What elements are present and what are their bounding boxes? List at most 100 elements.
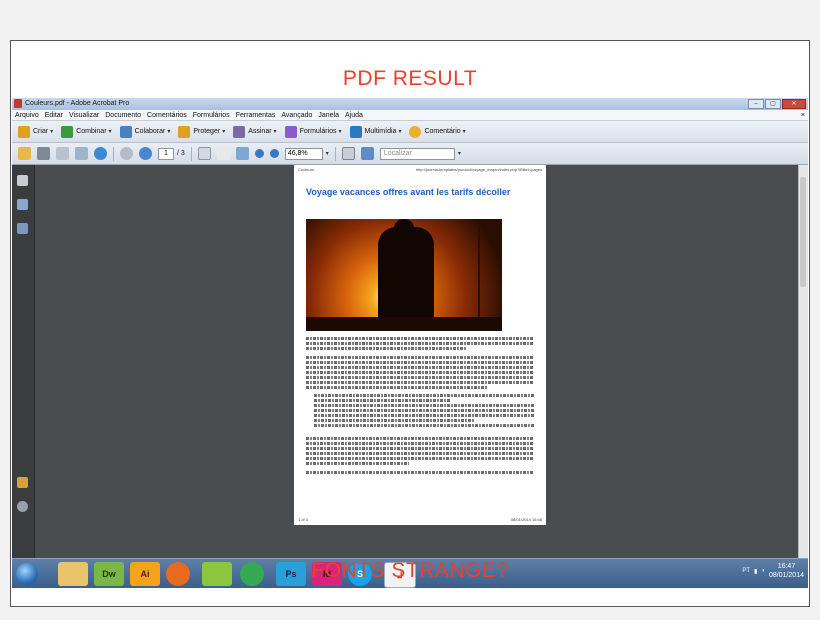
bullet-line xyxy=(314,399,451,402)
find-input[interactable]: Localizar xyxy=(379,147,455,160)
chevron-down-icon: ▾ xyxy=(273,129,277,135)
signatures-panel-icon[interactable] xyxy=(17,223,28,234)
menu-editar[interactable]: Editar xyxy=(45,112,63,119)
zoom-out-icon[interactable] xyxy=(254,149,264,158)
photo-pole xyxy=(478,221,480,321)
text-line xyxy=(306,442,534,445)
marquee-zoom-icon[interactable] xyxy=(235,147,249,160)
form-icon xyxy=(284,125,297,138)
paperclip-icon[interactable] xyxy=(17,501,28,512)
text-line xyxy=(306,376,534,379)
acrobat-screenshot: Couleurs.pdf - Adobe Acrobat Pro – ▢ ✕ A… xyxy=(12,98,808,588)
vertical-scrollbar[interactable] xyxy=(798,165,808,558)
print-icon[interactable] xyxy=(37,147,50,160)
maximize-button[interactable]: ▢ xyxy=(765,99,781,109)
bullet-line xyxy=(314,409,534,412)
save-icon[interactable] xyxy=(56,147,69,160)
bullet-line xyxy=(314,414,534,417)
menu-comentarios[interactable]: Comentários xyxy=(147,112,187,119)
email-icon[interactable] xyxy=(75,147,88,160)
page-header-title: Couleurs xyxy=(298,167,315,172)
bookmarks-panel-icon[interactable] xyxy=(17,199,28,210)
scrollbar-thumb[interactable] xyxy=(800,177,806,287)
comment-button[interactable]: Comentário ▾ xyxy=(409,125,466,138)
zoom-level-field[interactable]: 46,8% xyxy=(284,147,323,160)
garbled-body-text xyxy=(306,337,534,476)
page-header-url: http://joomla-templates/product/voyage_m… xyxy=(416,167,542,172)
chevron-down-icon: ▾ xyxy=(167,129,171,135)
text-line xyxy=(306,347,466,350)
chevron-down-icon[interactable]: ▾ xyxy=(458,150,461,157)
menu-ajuda[interactable]: Ajuda xyxy=(345,112,363,119)
acrobat-app-icon xyxy=(14,99,22,108)
page-footer-count: 1 of 3 xyxy=(298,517,309,522)
forms-button[interactable]: Formulários ▾ xyxy=(284,125,342,138)
pen-icon xyxy=(233,125,246,138)
comment-label: Comentário xyxy=(424,128,461,135)
menu-formularios[interactable]: Formulários xyxy=(193,112,230,119)
sign-button[interactable]: Assinar ▾ xyxy=(233,125,277,138)
pdf-page: Couleurs http://joomla-templates/product… xyxy=(294,165,546,525)
collaborate-button[interactable]: Colaborar ▾ xyxy=(119,125,171,138)
pages-panel-icon[interactable] xyxy=(17,175,28,186)
combine-button[interactable]: Combinar ▾ xyxy=(61,125,112,138)
protect-button[interactable]: Proteger ▾ xyxy=(178,125,225,138)
menu-bar: Arquivo Editar Visualizar Documento Come… xyxy=(12,110,808,121)
close-window-button[interactable]: ✕ xyxy=(782,99,806,109)
create-pdf-icon xyxy=(18,125,30,138)
full-screen-icon[interactable] xyxy=(360,147,374,160)
open-folder-icon[interactable] xyxy=(18,147,31,160)
attachments-panel-icon[interactable] xyxy=(17,477,28,488)
bullet-line xyxy=(314,419,474,422)
close-document-button[interactable]: × xyxy=(801,110,805,121)
window-titlebar: Couleurs.pdf - Adobe Acrobat Pro – ▢ ✕ xyxy=(12,98,808,110)
document-title: Voyage vacances offres avant les tarifs … xyxy=(306,187,511,197)
bottom-caption: FONTS STRANGE? xyxy=(311,559,509,582)
text-line xyxy=(306,462,409,465)
page-number-input[interactable]: 1 xyxy=(158,147,174,160)
bullet-line xyxy=(314,404,534,407)
menu-janela[interactable]: Janela xyxy=(318,112,339,119)
menu-ferramentas[interactable]: Ferramentas xyxy=(236,112,276,119)
text-line xyxy=(306,337,534,340)
screenshot-frame: PDF RESULT Couleurs.pdf - Adobe Acrobat … xyxy=(10,40,810,607)
chevron-down-icon: ▾ xyxy=(338,129,342,135)
combine-label: Combinar xyxy=(76,128,107,135)
menu-avancado[interactable]: Avançado xyxy=(281,112,312,119)
menu-documento[interactable]: Documento xyxy=(105,112,141,119)
fit-page-icon[interactable] xyxy=(341,147,355,160)
text-line xyxy=(306,471,534,474)
multimedia-icon xyxy=(349,125,362,138)
collaborate-label: Colaborar xyxy=(134,128,166,135)
prev-page-icon[interactable] xyxy=(120,147,133,160)
chevron-down-icon[interactable]: ▾ xyxy=(326,150,329,157)
create-button[interactable]: Criar ▾ xyxy=(18,125,53,138)
chevron-down-icon: ▾ xyxy=(108,129,112,135)
text-line xyxy=(306,457,534,460)
navigation-toolbar: 1 / 3 46,8% ▾ Localizar ▾ xyxy=(12,143,808,165)
chevron-down-icon: ▾ xyxy=(398,129,402,135)
select-cursor-icon[interactable] xyxy=(197,147,211,160)
comment-icon xyxy=(409,125,422,138)
next-page-icon[interactable] xyxy=(139,147,152,160)
window-controls: – ▢ ✕ xyxy=(748,99,806,109)
text-line xyxy=(306,371,534,374)
multimedia-button[interactable]: Multimídia ▾ xyxy=(349,125,402,138)
page-footer: 1 of 3 08/01/2014 16:48 xyxy=(298,517,542,522)
page-header: Couleurs http://joomla-templates/product… xyxy=(298,167,542,172)
tasks-toolbar: Criar ▾ Combinar ▾ Colaborar ▾ Proteger ▾ As… xyxy=(12,121,808,143)
zoom-in-icon[interactable] xyxy=(269,149,279,158)
multimedia-label: Multimídia xyxy=(364,128,397,135)
menu-arquivo[interactable]: Arquivo xyxy=(15,112,39,119)
window-title: Couleurs.pdf - Adobe Acrobat Pro xyxy=(25,100,130,107)
minimize-button[interactable]: – xyxy=(748,99,764,109)
hand-tool-icon[interactable] xyxy=(216,147,230,160)
share-icon[interactable] xyxy=(94,147,107,160)
bullet-line xyxy=(314,394,534,397)
menu-visualizar[interactable]: Visualizar xyxy=(69,112,99,119)
forms-label: Formulários xyxy=(299,128,337,135)
protect-label: Proteger xyxy=(193,128,221,135)
toolbar-divider xyxy=(113,146,114,161)
collaborate-icon xyxy=(119,125,132,138)
photo-figure xyxy=(378,227,434,327)
